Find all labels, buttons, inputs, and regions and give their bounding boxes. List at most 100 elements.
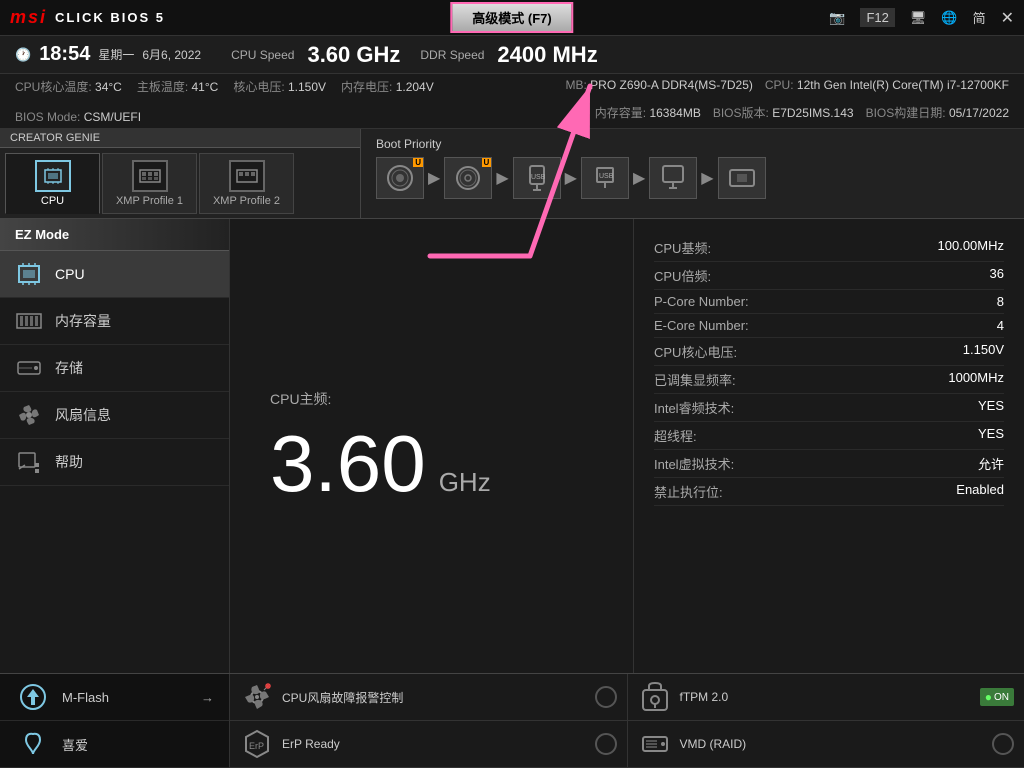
vmd-label: VMD (RAID) <box>680 737 985 751</box>
fan-sidebar-icon <box>15 404 43 426</box>
tab-cpu[interactable]: CPU <box>5 153 100 214</box>
clock-icon: 🕐 <box>15 47 31 63</box>
time-display: 18:54 <box>39 43 90 66</box>
vmd-feature[interactable]: VMD (RAID) <box>628 721 1024 767</box>
ram-info: 内存容量: 16384MB <box>595 104 701 121</box>
cpu-tab-icon <box>35 160 71 192</box>
favorites-icon <box>15 729 50 759</box>
boot-arrow-5: ▶ <box>701 168 713 188</box>
mb-info: MB: PRO Z690-A DDR4(MS-7D25) <box>566 78 753 92</box>
boot-device-2[interactable]: U <box>444 157 492 199</box>
cpu-info: CPU: 12th Gen Intel(R) Core(TM) i7-12700… <box>765 78 1009 92</box>
sys-stats-left-rows: CPU核心温度: 34°C 主板温度: 41°C 核心电压: 1.150V 内存… <box>15 78 512 124</box>
storage-sidebar-icon <box>15 357 43 379</box>
ftpm-icon <box>638 680 672 714</box>
memory-sidebar-icon <box>15 310 43 332</box>
sidebar-item-memory[interactable]: 内存容量 <box>0 298 229 345</box>
boot-device-4[interactable]: USB <box>581 157 629 199</box>
boot-device-6[interactable] <box>718 157 766 199</box>
cpu-fan-toggle[interactable] <box>595 686 617 708</box>
hyperthreading-row: 超线程: YES <box>654 422 1004 450</box>
ddr-speed-value: 2400 MHz <box>497 42 597 68</box>
mb-temp-stat: 主板温度: 41°C <box>137 78 218 95</box>
clock-display: 🕐 18:54 星期一 6月6, 2022 <box>15 43 201 66</box>
msi-brand: msi <box>10 7 47 28</box>
ddr-speed-label: DDR Speed <box>420 48 484 62</box>
cpu-tab-label: CPU <box>41 195 64 207</box>
ddr-speed-display: DDR Speed 2400 MHz <box>420 42 597 68</box>
advanced-mode-center: 高级模式 (F7) <box>450 2 573 33</box>
boot-device-3[interactable]: USB <box>513 157 561 199</box>
sys-stats-right-rows: MB: PRO Z690-A DDR4(MS-7D25) CPU: 12th G… <box>512 78 1009 121</box>
favorites-item[interactable]: 喜爱 <box>0 721 229 768</box>
tab-xmp2[interactable]: XMP Profile 2 <box>199 153 294 214</box>
bottom-bar: M-Flash → 喜爱 硬件监控 <box>0 673 1024 768</box>
mflash-arrow: → <box>201 690 214 705</box>
boot-arrow-2: ▶ <box>496 168 508 188</box>
p-core-row: P-Core Number: 8 <box>654 290 1004 314</box>
boot-device-5[interactable] <box>649 157 697 199</box>
xmp1-tab-label: XMP Profile 1 <box>116 195 183 207</box>
vmd-toggle[interactable] <box>992 733 1014 755</box>
sidebar-item-cpu[interactable]: CPU <box>0 251 229 298</box>
date-display: 6月6, 2022 <box>142 46 201 63</box>
cpu-speed-display: CPU Speed 3.60 GHz <box>231 42 400 68</box>
storage-sidebar-label: 存储 <box>55 358 83 378</box>
cpu-speed-value: 3.60 GHz <box>307 42 400 68</box>
weekday-display: 星期一 <box>98 46 134 63</box>
help-sidebar-label: 帮助 <box>55 452 83 472</box>
erp-toggle[interactable] <box>595 733 617 755</box>
cpu-freq-value: 3.60 <box>270 424 426 504</box>
close-button[interactable]: ✕ <box>1001 8 1014 28</box>
svg-text:ErP: ErP <box>249 741 264 751</box>
main-content: EZ Mode CPU 内存容量 存储 <box>0 219 1024 673</box>
cpu-multiplier-row: CPU倍频: 36 <box>654 262 1004 290</box>
profile-tabs: CPU XMP Profile 1 XMP Profile 2 <box>0 148 360 214</box>
sidebar-item-storage[interactable]: 存储 <box>0 345 229 392</box>
e-core-row: E-Core Number: 4 <box>654 314 1004 338</box>
advanced-mode-button[interactable]: 高级模式 (F7) <box>450 2 573 33</box>
cpu-freq-unit: GHz <box>439 467 491 498</box>
mflash-item[interactable]: M-Flash → <box>0 674 229 721</box>
sidebar-item-help[interactable]: 帮助 <box>0 439 229 486</box>
tab-xmp1[interactable]: XMP Profile 1 <box>102 153 197 214</box>
monitor-icon[interactable]: 🖥 <box>910 10 927 26</box>
ftpm-feature[interactable]: fTPM 2.0 ●ON <box>628 674 1024 720</box>
f12-label[interactable]: F12 <box>860 8 894 27</box>
vt-row: Intel虚拟技术: 允许 <box>654 450 1004 478</box>
vmd-icon <box>638 727 672 761</box>
help-sidebar-icon <box>15 451 43 473</box>
igpu-freq-row: 已调集显频率: 1000MHz <box>654 366 1004 394</box>
sidebar-item-fan[interactable]: 风扇信息 <box>0 392 229 439</box>
erp-feature[interactable]: ErP ErP Ready <box>230 721 627 767</box>
feature-toggles: CPU风扇故障报警控制 fTPM 2.0 ●ON ErP ErP Ready <box>230 674 1024 768</box>
cpu-details-table: CPU基频: 100.00MHz CPU倍频: 36 P-Core Number… <box>654 234 1004 506</box>
msi-logo: msi CLICK BIOS 5 <box>10 7 165 28</box>
globe-icon[interactable]: 🌐 <box>941 10 957 26</box>
ftpm-toggle[interactable]: ●ON <box>980 688 1014 706</box>
ez-mode-header: EZ Mode <box>0 219 229 251</box>
memory-sidebar-label: 内存容量 <box>55 311 111 331</box>
bios-date: BIOS构建日期: 05/17/2022 <box>866 104 1009 121</box>
screenshot-button[interactable]: 📷 <box>829 10 845 26</box>
boot-arrow-1: ▶ <box>428 168 440 188</box>
cpu-sidebar-icon <box>15 263 43 285</box>
profile-section: CREATOR GENIE CPU XMP Profile 1 <box>0 129 1024 219</box>
cpu-fan-feature[interactable]: CPU风扇故障报警控制 <box>230 674 627 720</box>
xmp1-tab-icon <box>132 160 168 192</box>
sys-stats-right: MB: PRO Z690-A DDR4(MS-7D25) CPU: 12th G… <box>512 78 1009 124</box>
info-bar: 🕐 18:54 星期一 6月6, 2022 CPU Speed 3.60 GHz… <box>0 36 1024 74</box>
lang-button[interactable]: 简 <box>973 8 986 27</box>
favorites-label: 喜爱 <box>62 735 88 754</box>
mflash-label: M-Flash <box>62 690 109 705</box>
cpu-freq-display: 3.60 GHz <box>270 424 593 504</box>
mem-volt-stat: 内存电压: 1.204V <box>341 78 434 95</box>
sys-stats-left: CPU核心温度: 34°C 主板温度: 41°C 核心电压: 1.150V 内存… <box>15 78 512 124</box>
bios-mode-stat: BIOS Mode: CSM/UEFI <box>15 110 141 124</box>
boot-device-1[interactable]: U <box>376 157 424 199</box>
profile-tabs-container: CREATOR GENIE CPU XMP Profile 1 <box>0 129 360 218</box>
xmp2-tab-icon <box>229 160 265 192</box>
boot-priority-label: Boot Priority <box>376 137 1009 151</box>
sys-stats-bar: CPU核心温度: 34°C 主板温度: 41°C 核心电压: 1.150V 内存… <box>0 74 1024 129</box>
cpu-speed-label: CPU Speed <box>231 48 294 62</box>
